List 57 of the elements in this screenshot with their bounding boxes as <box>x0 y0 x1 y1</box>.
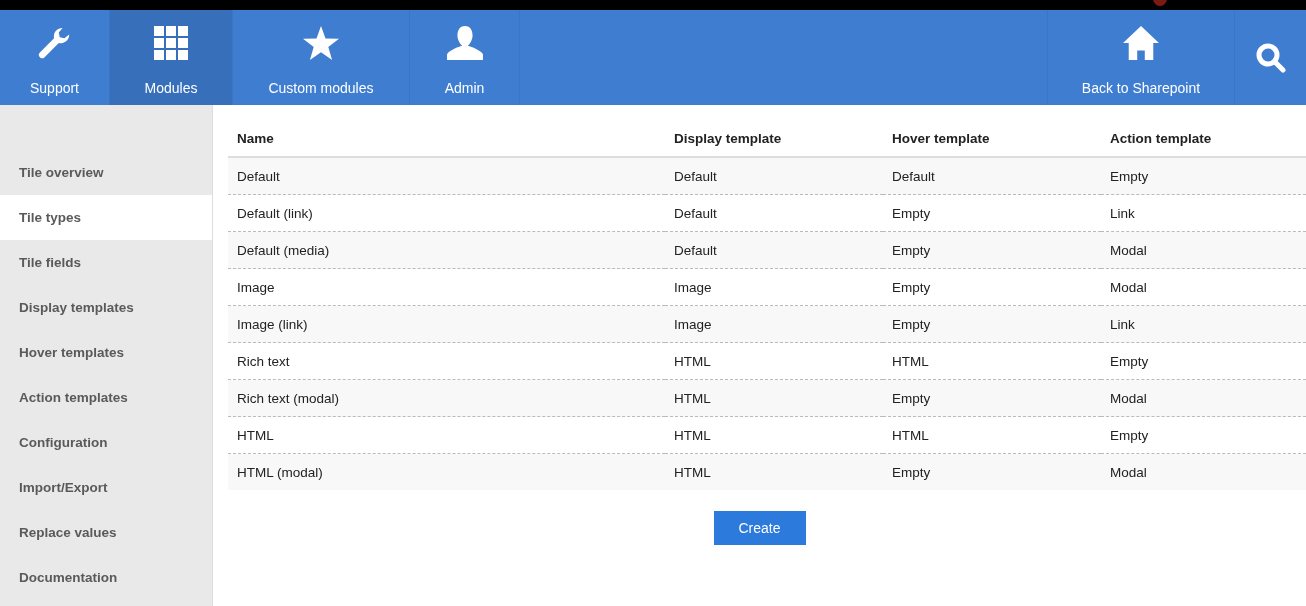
person-icon <box>445 26 484 60</box>
table-cell: Default <box>883 157 1101 195</box>
table-cell: HTML <box>665 416 883 454</box>
table-cell: Image <box>228 268 665 306</box>
sidebar-item[interactable]: Hover templates <box>0 330 212 375</box>
table-cell: Image (link) <box>228 305 665 343</box>
sidebar-item[interactable]: Tile fields <box>0 240 212 285</box>
table-cell: Empty <box>883 268 1101 306</box>
sidebar-item[interactable]: Action templates <box>0 375 212 420</box>
table-cell: Default <box>665 231 883 269</box>
table-cell: Empty <box>1101 342 1306 380</box>
table-cell: Empty <box>883 194 1101 232</box>
nav-tab[interactable]: Back to Sharepoint <box>1047 10 1235 105</box>
table-cell: HTML (modal) <box>228 453 665 490</box>
sidebar-item[interactable]: Import/Export <box>0 465 212 510</box>
table-cell: HTML <box>883 416 1101 454</box>
table-cell: Modal <box>1101 453 1306 490</box>
star-icon <box>303 26 339 60</box>
home-icon <box>1122 26 1160 60</box>
table-cell: HTML <box>665 453 883 490</box>
table-cell: Default <box>665 194 883 232</box>
table-cell: Empty <box>883 379 1101 417</box>
table-cell: HTML <box>883 342 1101 380</box>
table-cell: Modal <box>1101 379 1306 417</box>
search-icon <box>1255 42 1286 73</box>
nav-tab[interactable]: Custom modules <box>233 10 410 105</box>
table-cell: Empty <box>883 305 1101 343</box>
table-cell: Default (media) <box>228 231 665 269</box>
table-cell: Default (link) <box>228 194 665 232</box>
table-cell: HTML <box>228 416 665 454</box>
table-cell: Modal <box>1101 268 1306 306</box>
table-cell: Empty <box>1101 416 1306 454</box>
sidebar-item[interactable]: Replace values <box>0 510 212 555</box>
table-cell: Image <box>665 268 883 306</box>
table-cell: Rich text <box>228 342 665 380</box>
table-cell: Empty <box>883 231 1101 269</box>
table-cell: Image <box>665 305 883 343</box>
sidebar-item[interactable]: Tile overview <box>0 150 212 195</box>
sidebar-item[interactable]: Tile types <box>0 195 212 240</box>
create-button[interactable]: Create <box>713 511 806 545</box>
table-cell: HTML <box>665 379 883 417</box>
sidebar-item[interactable]: Documentation <box>0 555 212 600</box>
table-cell: Link <box>1101 194 1306 232</box>
table-cell: Empty <box>883 453 1101 490</box>
table-cell: Empty <box>1101 157 1306 195</box>
emblem-icon <box>1153 0 1167 6</box>
nav-tab[interactable]: Modules <box>110 10 233 105</box>
sidebar-item[interactable]: Display templates <box>0 285 212 330</box>
table-cell: Modal <box>1101 231 1306 269</box>
nav-tab[interactable]: Admin <box>410 10 520 105</box>
table-cell: Rich text (modal) <box>228 379 665 417</box>
table-cell: HTML <box>665 342 883 380</box>
sidebar-item[interactable]: Configuration <box>0 420 212 465</box>
grid-icon <box>154 26 188 60</box>
table-cell: Default <box>228 157 665 195</box>
table-cell: Link <box>1101 305 1306 343</box>
table-cell: Default <box>665 157 883 195</box>
